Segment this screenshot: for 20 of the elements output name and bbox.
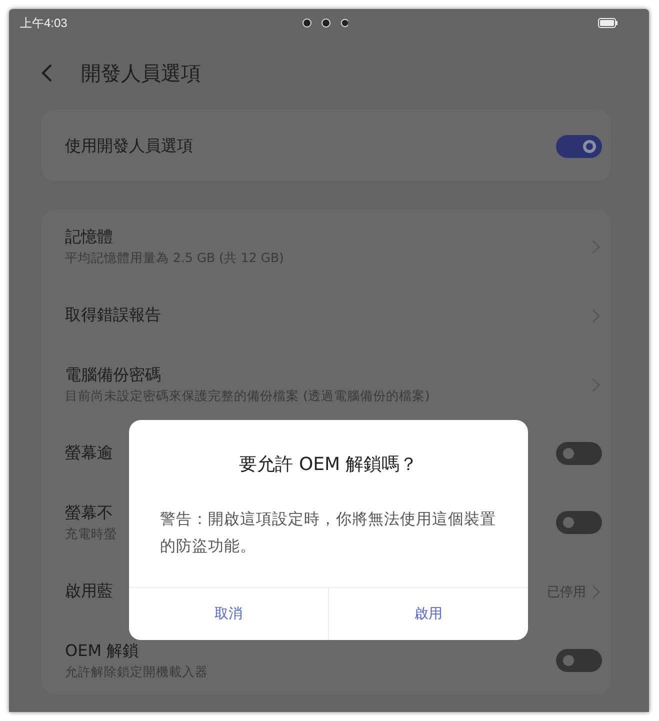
dialog-button[interactable]: 啟用 [328,588,528,640]
toggle-switch[interactable] [556,442,602,465]
battery-icon [598,18,618,28]
setting-title: 記憶體 [65,226,113,248]
dialog-message: 警告：開啟這項設定時，你將無法使用這個裝置的防盜功能。 [159,509,497,557]
setting-title: 啟用藍 [65,581,113,602]
clock-time: 上午4:03 [20,14,68,32]
back-icon[interactable] [41,64,53,82]
setting-title: 使用開發人員選項 [65,136,193,157]
setting-title: 螢幕逾 [65,443,113,464]
dialog-title: 要允許 OEM 解鎖嗎？ [238,453,419,476]
toggle-switch[interactable] [556,649,602,672]
setting-title: 螢幕不 [65,502,113,524]
setting-title: OEM 解鎖 [65,640,139,662]
setting-title: 電腦備份密碼 [65,364,161,386]
toggle-switch[interactable] [556,135,602,158]
setting-title: 取得錯誤報告 [65,305,161,326]
toggle-switch[interactable] [556,511,602,534]
page-title: 開發人員選項 [81,60,201,86]
dots-icon [302,18,348,28]
